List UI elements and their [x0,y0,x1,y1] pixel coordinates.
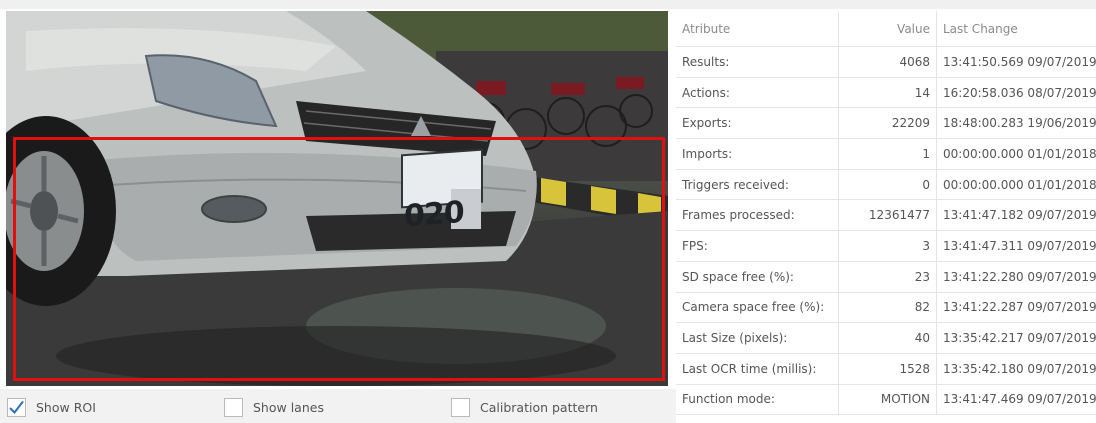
table-row[interactable]: Function mode: MOTION 13:41:47.469 09/07/2… [676,384,1096,416]
last-change-cell: 13:35:42.180 09/07/2019 [943,361,1096,376]
last-change-cell: 00:00:00.000 01/01/2018 [943,177,1096,192]
value-cell: 82 [839,292,937,323]
value-cell: 22209 [839,108,937,139]
column-header-attribute[interactable]: Atribute [676,11,839,46]
view-options-bar: Show ROI Show lanes Calibration pattern [0,389,676,423]
table-row[interactable]: Camera space free (%): 82 13:41:22.287 09/… [676,292,1096,324]
last-change-cell: 13:41:22.280 09/07/2019 [943,269,1096,284]
attribute-cell: SD space free (%): [676,261,839,292]
last-change-cell: 13:41:50.569 09/07/2019 [943,54,1096,69]
top-strip [0,0,1096,9]
last-change-cell: 13:41:47.182 09/07/2019 [943,208,1096,223]
attribute-cell: Last OCR time (millis): [676,353,839,384]
table-row[interactable]: Triggers received: 0 00:00:00.000 01/01/20… [676,169,1096,201]
value-cell: MOTION [839,384,937,415]
value-cell: 14 [839,77,937,108]
value-cell: 40 [839,323,937,353]
checkmark-icon [9,400,24,414]
last-change-cell: 18:48:00.283 19/06/2019 [943,116,1096,131]
attribute-cell: Camera space free (%): [676,292,839,323]
last-change-cell: 13:41:22.287 09/07/2019 [943,300,1096,315]
attribute-cell: Results: [676,47,839,77]
table-row[interactable]: Imports: 1 00:00:00.000 01/01/2018 [676,139,1096,170]
value-cell: 23 [839,261,937,292]
table-row[interactable]: Exports: 22209 18:48:00.283 19/06/2019 [676,108,1096,140]
column-header-last-change[interactable]: Last Change [937,11,1096,46]
attribute-table: Atribute Value Last Change Results: 4068 1… [676,11,1096,423]
last-change-cell: 13:41:47.311 09/07/2019 [943,238,1096,253]
show-roi-option[interactable]: Show ROI [7,397,96,417]
last-change-cell: 13:41:47.469 09/07/2019 [943,392,1096,407]
value-cell: 1528 [839,353,937,384]
value-cell: 4068 [839,47,937,77]
value-cell: 3 [839,231,937,261]
column-header-value[interactable]: Value [839,11,937,46]
last-change-cell: 13:35:42.217 09/07/2019 [943,331,1096,346]
attribute-cell: Last Size (pixels): [676,323,839,353]
last-change-cell: 00:00:00.000 01/01/2018 [943,146,1096,161]
attribute-cell: Exports: [676,108,839,139]
attribute-cell: FPS: [676,231,839,261]
attribute-cell: Function mode: [676,384,839,415]
table-row[interactable]: Last OCR time (millis): 1528 13:35:42.180 … [676,353,1096,385]
show-lanes-label: Show lanes [253,399,324,415]
show-roi-label: Show ROI [36,399,96,415]
table-row[interactable]: Last Size (pixels): 40 13:35:42.217 09/07/… [676,323,1096,354]
attribute-cell: Actions: [676,77,839,108]
last-change-cell: 16:20:58.036 08/07/2019 [943,85,1096,100]
table-row[interactable]: FPS: 3 13:41:47.311 09/07/2019 [676,231,1096,262]
value-cell: 0 [839,169,937,200]
calibration-pattern-option[interactable]: Calibration pattern [451,397,598,417]
table-row[interactable]: SD space free (%): 23 13:41:22.280 09/07/2… [676,261,1096,293]
show-lanes-checkbox[interactable] [224,397,243,417]
table-row[interactable]: Actions: 14 16:20:58.036 08/07/2019 [676,77,1096,109]
table-row[interactable]: Results: 4068 13:41:50.569 09/07/2019 [676,47,1096,78]
show-roi-checkbox[interactable] [7,397,26,417]
attribute-cell: Triggers received: [676,169,839,200]
roi-rectangle [13,137,665,381]
calibration-pattern-label: Calibration pattern [480,399,598,415]
show-lanes-option[interactable]: Show lanes [224,397,324,417]
table-row[interactable]: Frames processed: 12361477 13:41:47.182 09… [676,200,1096,232]
camera-view[interactable]: 020 [6,11,668,386]
value-cell: 1 [839,139,937,169]
value-cell: 12361477 [839,200,937,231]
attribute-cell: Frames processed: [676,200,839,231]
calibration-pattern-checkbox[interactable] [451,397,470,417]
table-header-row: Atribute Value Last Change [676,11,1096,47]
attribute-cell: Imports: [676,139,839,169]
